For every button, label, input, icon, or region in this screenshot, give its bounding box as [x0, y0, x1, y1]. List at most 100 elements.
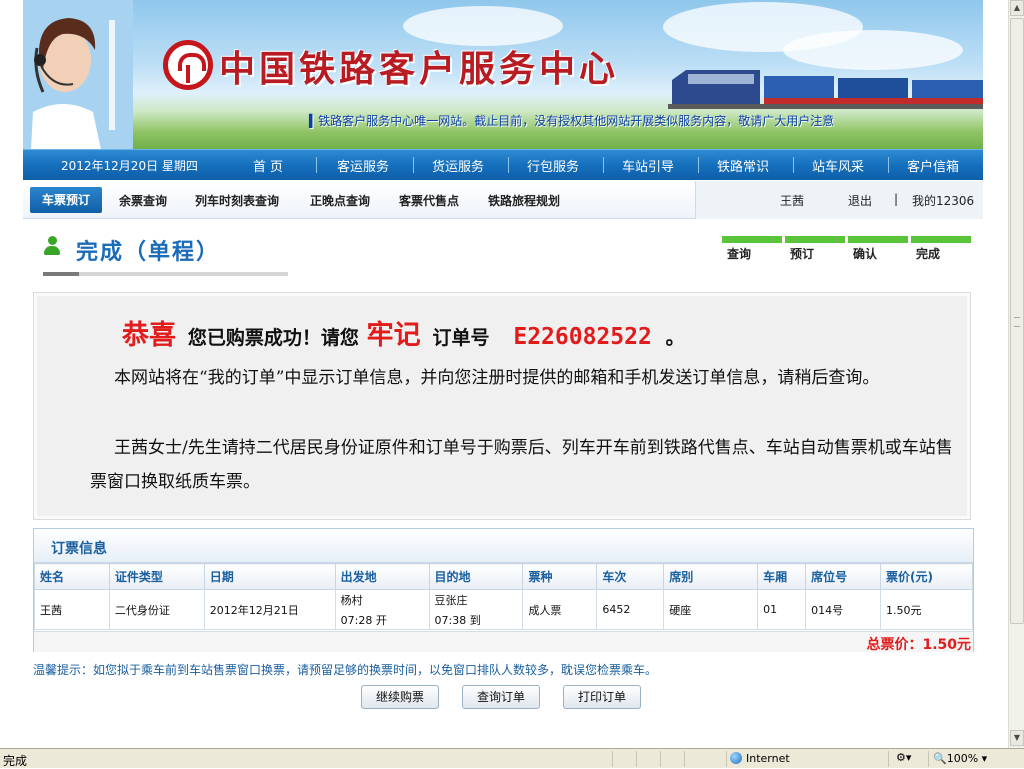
step-label: 查询 — [727, 247, 752, 261]
total-price-bar: 总票价：1.50元 — [34, 631, 973, 653]
order-number: E226082522 — [513, 324, 652, 350]
site-banner: 中国铁路客户服务中心 ▍铁路客户服务中心唯一网站。截止目前，没有授权其他网站开展… — [23, 0, 983, 150]
subnav-trip-planner[interactable]: 铁路旅程规划 — [488, 192, 560, 209]
vertical-scrollbar[interactable]: ▲ ▼ — [1008, 0, 1024, 748]
print-order-button[interactable]: 打印订单 — [563, 685, 641, 709]
step-bar — [911, 236, 971, 243]
column-header: 席位号 — [805, 563, 882, 590]
zone-label: Internet — [746, 752, 790, 765]
column-header: 证件类型 — [108, 563, 205, 590]
ticket-info-title: 订票信息 — [51, 541, 107, 557]
step-confirm: 确认 — [848, 236, 908, 266]
nav-station-guide[interactable]: 车站引导 — [603, 156, 693, 175]
ticket-price: 1.50元 — [880, 589, 973, 630]
subnav-timetable[interactable]: 列车时刻表查询 — [195, 192, 279, 209]
nav-passenger-service[interactable]: 客运服务 — [318, 156, 408, 175]
success-message-box: 恭喜 您已购票成功！请您 牢记 订单号 E226082522 。 本网站将在“我… — [33, 292, 971, 520]
status-pane-divider — [684, 751, 685, 767]
nav-home[interactable]: 首 页 — [223, 156, 313, 175]
table-row: 王茜 二代身份证 2012年12月21日 杨村 07:28 开 豆张庄 07:3… — [34, 589, 973, 630]
departure-cell: 杨村 07:28 开 — [334, 589, 430, 630]
ticket-info-panel: 订票信息 姓名 证件类型 日期 出发地 目的地 票种 车次 席别 车厢 席位号 … — [33, 528, 974, 653]
headline-end: 。 — [665, 327, 685, 349]
step-label: 确认 — [853, 247, 878, 261]
step-book: 预订 — [785, 236, 845, 266]
status-pane-divider — [928, 751, 929, 767]
query-order-button[interactable]: 查询订单 — [462, 685, 540, 709]
step-label: 预订 — [790, 247, 815, 261]
column-header: 席别 — [663, 563, 759, 590]
subnav-remaining-tickets[interactable]: 余票查询 — [119, 192, 167, 209]
security-zone: Internet — [730, 752, 790, 765]
status-pane-divider — [888, 751, 889, 767]
column-header: 票种 — [522, 563, 598, 590]
column-header: 车次 — [596, 563, 665, 590]
train-image — [668, 70, 983, 109]
order-number-label: 订单号 — [432, 327, 490, 349]
ticket-type: 成人票 — [522, 589, 598, 630]
step-query: 查询 — [722, 236, 782, 266]
title-underline — [43, 272, 288, 276]
user-box: 王茜 退出 | 我的12306 — [695, 181, 983, 219]
logout-link[interactable]: 退出 — [848, 192, 872, 209]
protected-mode-icon[interactable]: ⚙▾ — [896, 751, 911, 764]
subnav-punctuality[interactable]: 正晚点查询 — [310, 192, 370, 209]
passenger-name: 王茜 — [34, 589, 110, 630]
current-date: 2012年12月20日 星期四 — [61, 159, 198, 173]
scroll-down-icon[interactable]: ▼ — [1010, 730, 1024, 746]
column-header: 姓名 — [34, 563, 110, 590]
order-info-paragraph: 本网站将在“我的订单”中显示订单信息，并向您注册时提供的邮箱和手机发送订单信息，… — [114, 368, 880, 388]
nav-luggage-service[interactable]: 行包服务 — [508, 156, 598, 175]
seat-number: 014号 — [805, 589, 882, 630]
total-price: 总票价：1.50元 — [866, 637, 971, 653]
status-pane-divider — [660, 751, 661, 767]
warm-tip: 温馨提示：如您拟于乘车前到车站售票窗口换票，请预留足够的换票时间，以免窗口排队人… — [33, 663, 658, 677]
zoom-control[interactable]: 🔍100% ▾ — [933, 752, 987, 765]
success-headline: 恭喜 您已购票成功！请您 牢记 订单号 E226082522 。 — [122, 313, 685, 352]
arrival-time: 07:38 到 — [434, 613, 481, 627]
id-type: 二代身份证 — [108, 589, 205, 630]
column-header: 票价(元) — [880, 563, 973, 590]
seat-class: 硬座 — [663, 589, 759, 630]
arrival-cell: 豆张庄 07:38 到 — [428, 589, 524, 630]
sub-navigation: 车票预订 余票查询 列车时刻表查询 正晚点查询 客票代售点 铁路旅程规划 王茜 … — [23, 181, 983, 219]
status-pane-divider — [726, 751, 727, 767]
status-text: 完成 — [3, 754, 28, 768]
scroll-up-icon[interactable]: ▲ — [1010, 0, 1024, 16]
my12306-link[interactable]: 我的12306 — [912, 192, 974, 209]
banner-notice: ▍铁路客户服务中心唯一网站。截止目前，没有授权其他网站开展类似服务内容，敬请广大… — [309, 114, 835, 128]
nav-freight-service[interactable]: 货运服务 — [413, 156, 503, 175]
arrival-station: 豆张庄 — [434, 593, 468, 607]
status-pane-divider — [636, 751, 637, 767]
globe-icon — [730, 752, 742, 764]
zoom-level: 100% — [946, 752, 979, 765]
zoom-icon: 🔍 — [933, 752, 947, 765]
column-header: 出发地 — [334, 563, 430, 590]
zoom-dropdown-icon[interactable]: ▾ — [978, 752, 988, 765]
railway-logo-icon — [163, 40, 213, 90]
success-text: 您已购票成功！请您 — [187, 327, 359, 349]
remember-text: 牢记 — [366, 320, 421, 351]
table-header-row: 姓名 证件类型 日期 出发地 目的地 票种 车次 席别 车厢 席位号 票价(元) — [34, 563, 973, 590]
column-header: 日期 — [203, 563, 336, 590]
congrats-text: 恭喜 — [122, 320, 176, 351]
nav-customer-mailbox[interactable]: 客户信箱 — [888, 156, 978, 175]
continue-booking-button[interactable]: 继续购票 — [361, 685, 439, 709]
scroll-thumb[interactable] — [1010, 18, 1024, 624]
ticket-info-header: 订票信息 — [34, 529, 973, 563]
nav-station-style[interactable]: 站车风采 — [793, 156, 883, 175]
page-viewport: 中国铁路客户服务中心 ▍铁路客户服务中心唯一网站。截止目前，没有授权其他网站开展… — [0, 0, 1008, 748]
step-label: 完成 — [916, 247, 941, 261]
nav-railway-knowledge[interactable]: 铁路常识 — [698, 156, 788, 175]
column-header: 目的地 — [428, 563, 524, 590]
user-icon — [43, 236, 61, 256]
departure-station: 杨村 — [340, 593, 363, 607]
departure-time: 07:28 开 — [340, 613, 387, 627]
column-header: 车厢 — [757, 563, 807, 590]
customer-service-operator-image — [23, 0, 133, 150]
subnav-ticket-agents[interactable]: 客票代售点 — [399, 192, 459, 209]
page-heading: 完成（单程） 查询 预订 确认 完成 — [23, 226, 983, 278]
main-navigation: 2012年12月20日 星期四 首 页 客运服务 货运服务 行包服务 车站引导 … — [23, 149, 983, 180]
subnav-ticket-booking[interactable]: 车票预订 — [30, 187, 102, 213]
browser-status-bar: 完成 Internet ⚙▾ 🔍100% ▾ — [0, 748, 1024, 768]
